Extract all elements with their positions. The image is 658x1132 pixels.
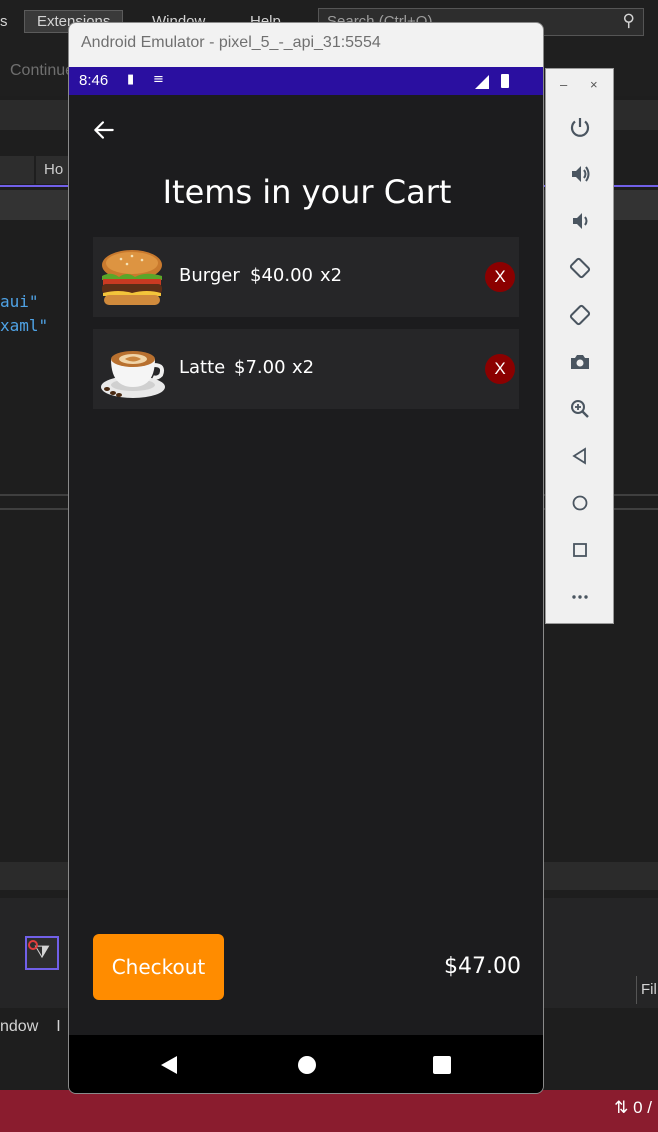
back-icon[interactable] <box>568 444 592 468</box>
remove-item-button[interactable]: X <box>485 262 515 292</box>
filter-badge-icon <box>28 940 38 950</box>
ide-status-text[interactable]: ⇅ 0 / <box>614 1098 652 1118</box>
zoom-icon[interactable] <box>568 397 592 421</box>
cart-item: Burger $40.00 x2 X <box>93 237 519 317</box>
rotate-left-icon[interactable] <box>568 256 592 280</box>
volume-up-icon[interactable] <box>568 162 592 186</box>
android-statusbar: 8:46 ▮ ≡ <box>69 67 543 95</box>
android-navbar <box>69 1035 543 1093</box>
ide-fi-label[interactable]: Fil <box>636 976 658 1004</box>
nav-back-icon[interactable] <box>161 1056 177 1074</box>
minimize-icon[interactable]: – <box>560 77 567 92</box>
cart-item: Latte $7.00 x2 X <box>93 329 519 409</box>
nav-recents-icon[interactable] <box>433 1056 451 1074</box>
ide-tab[interactable] <box>0 156 34 184</box>
phone-screen: 8:46 ▮ ≡ Items in your Cart Burger $40.0… <box>69 67 543 1093</box>
search-icon[interactable]: ⚲ <box>623 11 635 31</box>
ide-bottom-tab-label[interactable]: ndow I <box>0 1018 61 1036</box>
code-line: xaml" <box>0 316 49 335</box>
item-name: Burger <box>179 265 240 286</box>
more-icon[interactable] <box>568 585 592 609</box>
ide-statusbar <box>0 1090 658 1132</box>
ide-bottom-fragment-2: I <box>56 1018 61 1035</box>
page-title: Items in your Cart <box>162 173 452 211</box>
close-icon[interactable]: × <box>590 77 598 92</box>
item-price: $40.00 <box>250 265 313 286</box>
home-icon[interactable] <box>568 491 592 515</box>
debug-icon: ≡ <box>153 72 164 87</box>
camera-icon[interactable] <box>568 350 592 374</box>
power-icon[interactable] <box>568 115 592 139</box>
menu-item-partial[interactable]: s <box>0 13 8 30</box>
continue-button[interactable]: Continue <box>10 62 74 80</box>
emulator-window: Android Emulator - pixel_5_-_api_31:5554… <box>68 22 544 1094</box>
item-qty: x2 <box>292 357 315 378</box>
back-arrow-icon[interactable] <box>91 117 117 143</box>
emulator-side-toolbar: – × <box>545 68 614 624</box>
latte-image <box>101 351 165 398</box>
signal-icon <box>475 75 489 89</box>
status-time: 8:46 <box>79 72 109 89</box>
code-line: aui" <box>0 292 39 311</box>
volume-down-icon[interactable] <box>568 209 592 233</box>
battery-icon <box>501 74 509 88</box>
item-price: $7.00 <box>234 357 286 378</box>
sd-card-icon: ▮ <box>127 72 135 87</box>
nav-home-icon[interactable] <box>298 1056 316 1074</box>
remove-item-button[interactable]: X <box>485 354 515 384</box>
rotate-right-icon[interactable] <box>568 303 592 327</box>
overview-icon[interactable] <box>568 538 592 562</box>
emulator-title: Android Emulator - pixel_5_-_api_31:5554 <box>81 34 381 51</box>
burger-image <box>102 250 162 305</box>
cart-total: $47.00 <box>444 954 521 979</box>
item-qty: x2 <box>320 265 343 286</box>
ide-bottom-fragment: ndow <box>0 1018 39 1035</box>
item-name: Latte <box>179 357 226 378</box>
checkout-button[interactable]: Checkout <box>93 934 224 1000</box>
